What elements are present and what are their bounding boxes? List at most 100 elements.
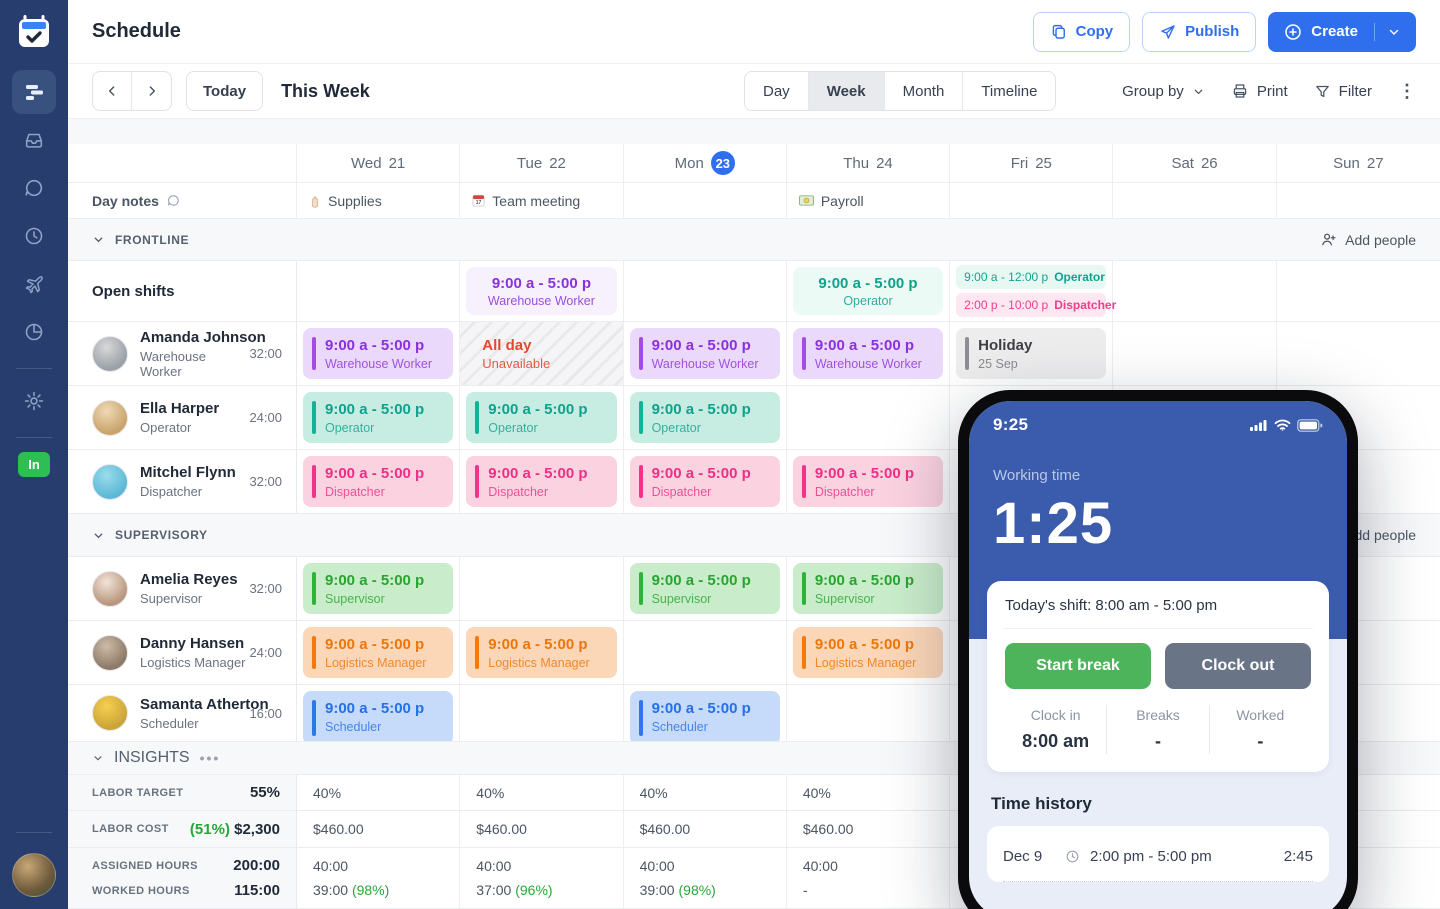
empty-cell[interactable] xyxy=(1113,322,1276,385)
day-header-fri[interactable]: Fri25 xyxy=(950,144,1113,182)
sidebar-item-timeclock[interactable] xyxy=(12,214,56,258)
shift-card[interactable]: 9:00 a - 5:00 p Operator xyxy=(466,392,616,443)
sidebar-item-schedule[interactable] xyxy=(12,70,56,114)
tab-month[interactable]: Month xyxy=(885,72,964,110)
shift-card[interactable]: 9:00 a - 5:00 p Warehouse Worker xyxy=(793,328,943,379)
empty-cell[interactable] xyxy=(787,386,950,449)
todays-shift-text: Today's shift: 8:00 am - 5:00 pm xyxy=(1005,597,1311,614)
more-options-button[interactable]: ⋮ xyxy=(1398,81,1416,102)
unavailable-cell[interactable]: All day Unavailable xyxy=(460,322,623,385)
status-time: 9:25 xyxy=(993,415,1028,435)
schedule-toolbar: Today This Week Day Week Month Timeline … xyxy=(68,64,1440,119)
day-header-tue[interactable]: Tue22 xyxy=(460,144,623,182)
day-note-supplies[interactable]: Supplies xyxy=(297,183,460,218)
today-button[interactable]: Today xyxy=(186,71,263,111)
shift-card[interactable]: 9:00 a - 5:00 p Scheduler xyxy=(630,691,780,742)
tab-timeline[interactable]: Timeline xyxy=(963,72,1055,110)
empty-cell[interactable] xyxy=(624,621,787,684)
labor-cost-value: $460.00 xyxy=(460,811,623,847)
filter-button[interactable]: Filter xyxy=(1314,83,1372,100)
stat-clock-in: Clock in 8:00 am xyxy=(1005,705,1106,754)
person-cell[interactable]: Danny Hansen Logistics Manager 24:00 xyxy=(68,621,297,684)
add-people-button[interactable]: Add people xyxy=(1320,231,1416,248)
empty-note-cell[interactable] xyxy=(624,183,787,218)
shift-card[interactable]: 9:00 a - 5:00 p Supervisor xyxy=(793,563,943,614)
prev-week-button[interactable] xyxy=(93,72,132,110)
sidebar-item-inbox[interactable] xyxy=(12,118,56,162)
person-cell[interactable]: Ella Harper Operator 24:00 xyxy=(68,386,297,449)
date-nav xyxy=(92,71,172,111)
shift-cell: 9:00 a - 5:00 p Scheduler xyxy=(297,685,460,741)
shift-card[interactable]: 9:00 a - 5:00 p Scheduler xyxy=(303,691,453,742)
clock-out-button[interactable]: Clock out xyxy=(1165,643,1311,689)
group-by-dropdown[interactable]: Group by xyxy=(1122,83,1205,100)
sidebar-item-settings[interactable] xyxy=(12,379,56,423)
shift-card[interactable]: 9:00 a - 5:00 p Operator xyxy=(303,392,453,443)
empty-cell[interactable] xyxy=(1113,261,1276,321)
shift-card[interactable]: 9:00 a - 5:00 p Dispatcher xyxy=(303,456,453,507)
open-shift-operator[interactable]: 9:00 a - 5:00 p Operator xyxy=(793,267,943,315)
empty-cell[interactable] xyxy=(1277,261,1440,321)
chevron-down-icon[interactable] xyxy=(1387,25,1401,39)
sidebar-item-timeoff[interactable] xyxy=(12,262,56,306)
day-note-payroll[interactable]: Payroll xyxy=(787,183,950,218)
start-break-button[interactable]: Start break xyxy=(1005,643,1151,689)
next-week-button[interactable] xyxy=(132,72,171,110)
copy-button[interactable]: Copy xyxy=(1033,12,1131,52)
person-cell[interactable]: Amelia Reyes Supervisor 32:00 xyxy=(68,557,297,620)
day-header-sun[interactable]: Sun27 xyxy=(1277,144,1440,182)
shift-card[interactable]: 9:00 a - 5:00 p Dispatcher xyxy=(630,456,780,507)
day-header-thu[interactable]: Thu24 xyxy=(787,144,950,182)
sidebar-item-reports[interactable] xyxy=(12,310,56,354)
chevron-down-icon[interactable] xyxy=(92,529,105,542)
empty-note-cell[interactable] xyxy=(1277,183,1440,218)
person-cell[interactable]: Mitchel Flynn Dispatcher 32:00 xyxy=(68,450,297,513)
chevron-down-icon[interactable] xyxy=(92,233,105,246)
clocked-in-badge[interactable]: In xyxy=(18,452,50,477)
person-cell[interactable]: Amanda Johnson Warehouse Worker 32:00 xyxy=(68,322,297,385)
shift-card[interactable]: 9:00 a - 5:00 p Logistics Manager xyxy=(793,627,943,678)
day-header-sat[interactable]: Sat26 xyxy=(1113,144,1276,182)
shift-card[interactable]: 9:00 a - 5:00 p Supervisor xyxy=(630,563,780,614)
chat-icon xyxy=(23,177,45,199)
day-header-wed[interactable]: Wed21 xyxy=(297,144,460,182)
insights-more-button[interactable]: ••• xyxy=(200,750,221,766)
shift-cell: 9:00 a - 5:00 p Dispatcher xyxy=(624,450,787,513)
shift-card[interactable]: 9:00 a - 5:00 p Logistics Manager xyxy=(303,627,453,678)
empty-cell[interactable] xyxy=(460,685,623,741)
holiday-card[interactable]: Holiday 25 Sep xyxy=(956,328,1106,379)
shift-card[interactable]: 9:00 a - 5:00 p Warehouse Worker xyxy=(303,328,453,379)
empty-cell[interactable] xyxy=(624,261,787,321)
publish-button[interactable]: Publish xyxy=(1142,12,1256,52)
shift-card[interactable]: 9:00 a - 5:00 p Dispatcher xyxy=(793,456,943,507)
open-shift-warehouse-worker[interactable]: 9:00 a - 5:00 p Warehouse Worker xyxy=(466,267,616,315)
day-note-team-meeting[interactable]: 17 Team meeting xyxy=(460,183,623,218)
day-header-mon-today[interactable]: Mon23 xyxy=(624,144,787,182)
shift-card[interactable]: 9:00 a - 5:00 p Logistics Manager xyxy=(466,627,616,678)
shift-card[interactable]: 9:00 a - 5:00 p Supervisor xyxy=(303,563,453,614)
battery-icon xyxy=(1297,419,1323,432)
open-shift-chip-dispatcher[interactable]: 2:00 p - 10:00 p Dispatcher xyxy=(956,293,1106,317)
user-avatar[interactable] xyxy=(12,853,56,897)
chevron-down-icon[interactable] xyxy=(92,752,104,764)
empty-cell[interactable] xyxy=(1277,322,1440,385)
shift-card[interactable]: 9:00 a - 5:00 p Operator xyxy=(630,392,780,443)
empty-cell[interactable] xyxy=(460,557,623,620)
print-button[interactable]: Print xyxy=(1231,82,1288,100)
tab-day[interactable]: Day xyxy=(745,72,809,110)
time-history-entry[interactable]: Dec 9 2:00 pm - 5:00 pm 2:45 xyxy=(1003,832,1313,882)
create-button[interactable]: Create xyxy=(1268,12,1416,52)
open-shift-chip-operator[interactable]: 9:00 a - 12:00 p Operator xyxy=(956,265,1106,289)
empty-cell[interactable] xyxy=(297,261,460,321)
hours-value-cell: 40:00 37:00 (96%) xyxy=(460,848,623,908)
sidebar-item-chat[interactable] xyxy=(12,166,56,210)
person-cell[interactable]: Samanta Atherton Scheduler 16:00 xyxy=(68,685,297,741)
empty-note-cell[interactable] xyxy=(1113,183,1276,218)
shift-card[interactable]: 9:00 a - 5:00 p Dispatcher xyxy=(466,456,616,507)
sidebar-divider xyxy=(16,832,52,833)
clock-small-icon xyxy=(1065,849,1080,864)
tab-week[interactable]: Week xyxy=(809,72,885,110)
empty-cell[interactable] xyxy=(787,685,950,741)
shift-card[interactable]: 9:00 a - 5:00 p Warehouse Worker xyxy=(630,328,780,379)
empty-note-cell[interactable] xyxy=(950,183,1113,218)
